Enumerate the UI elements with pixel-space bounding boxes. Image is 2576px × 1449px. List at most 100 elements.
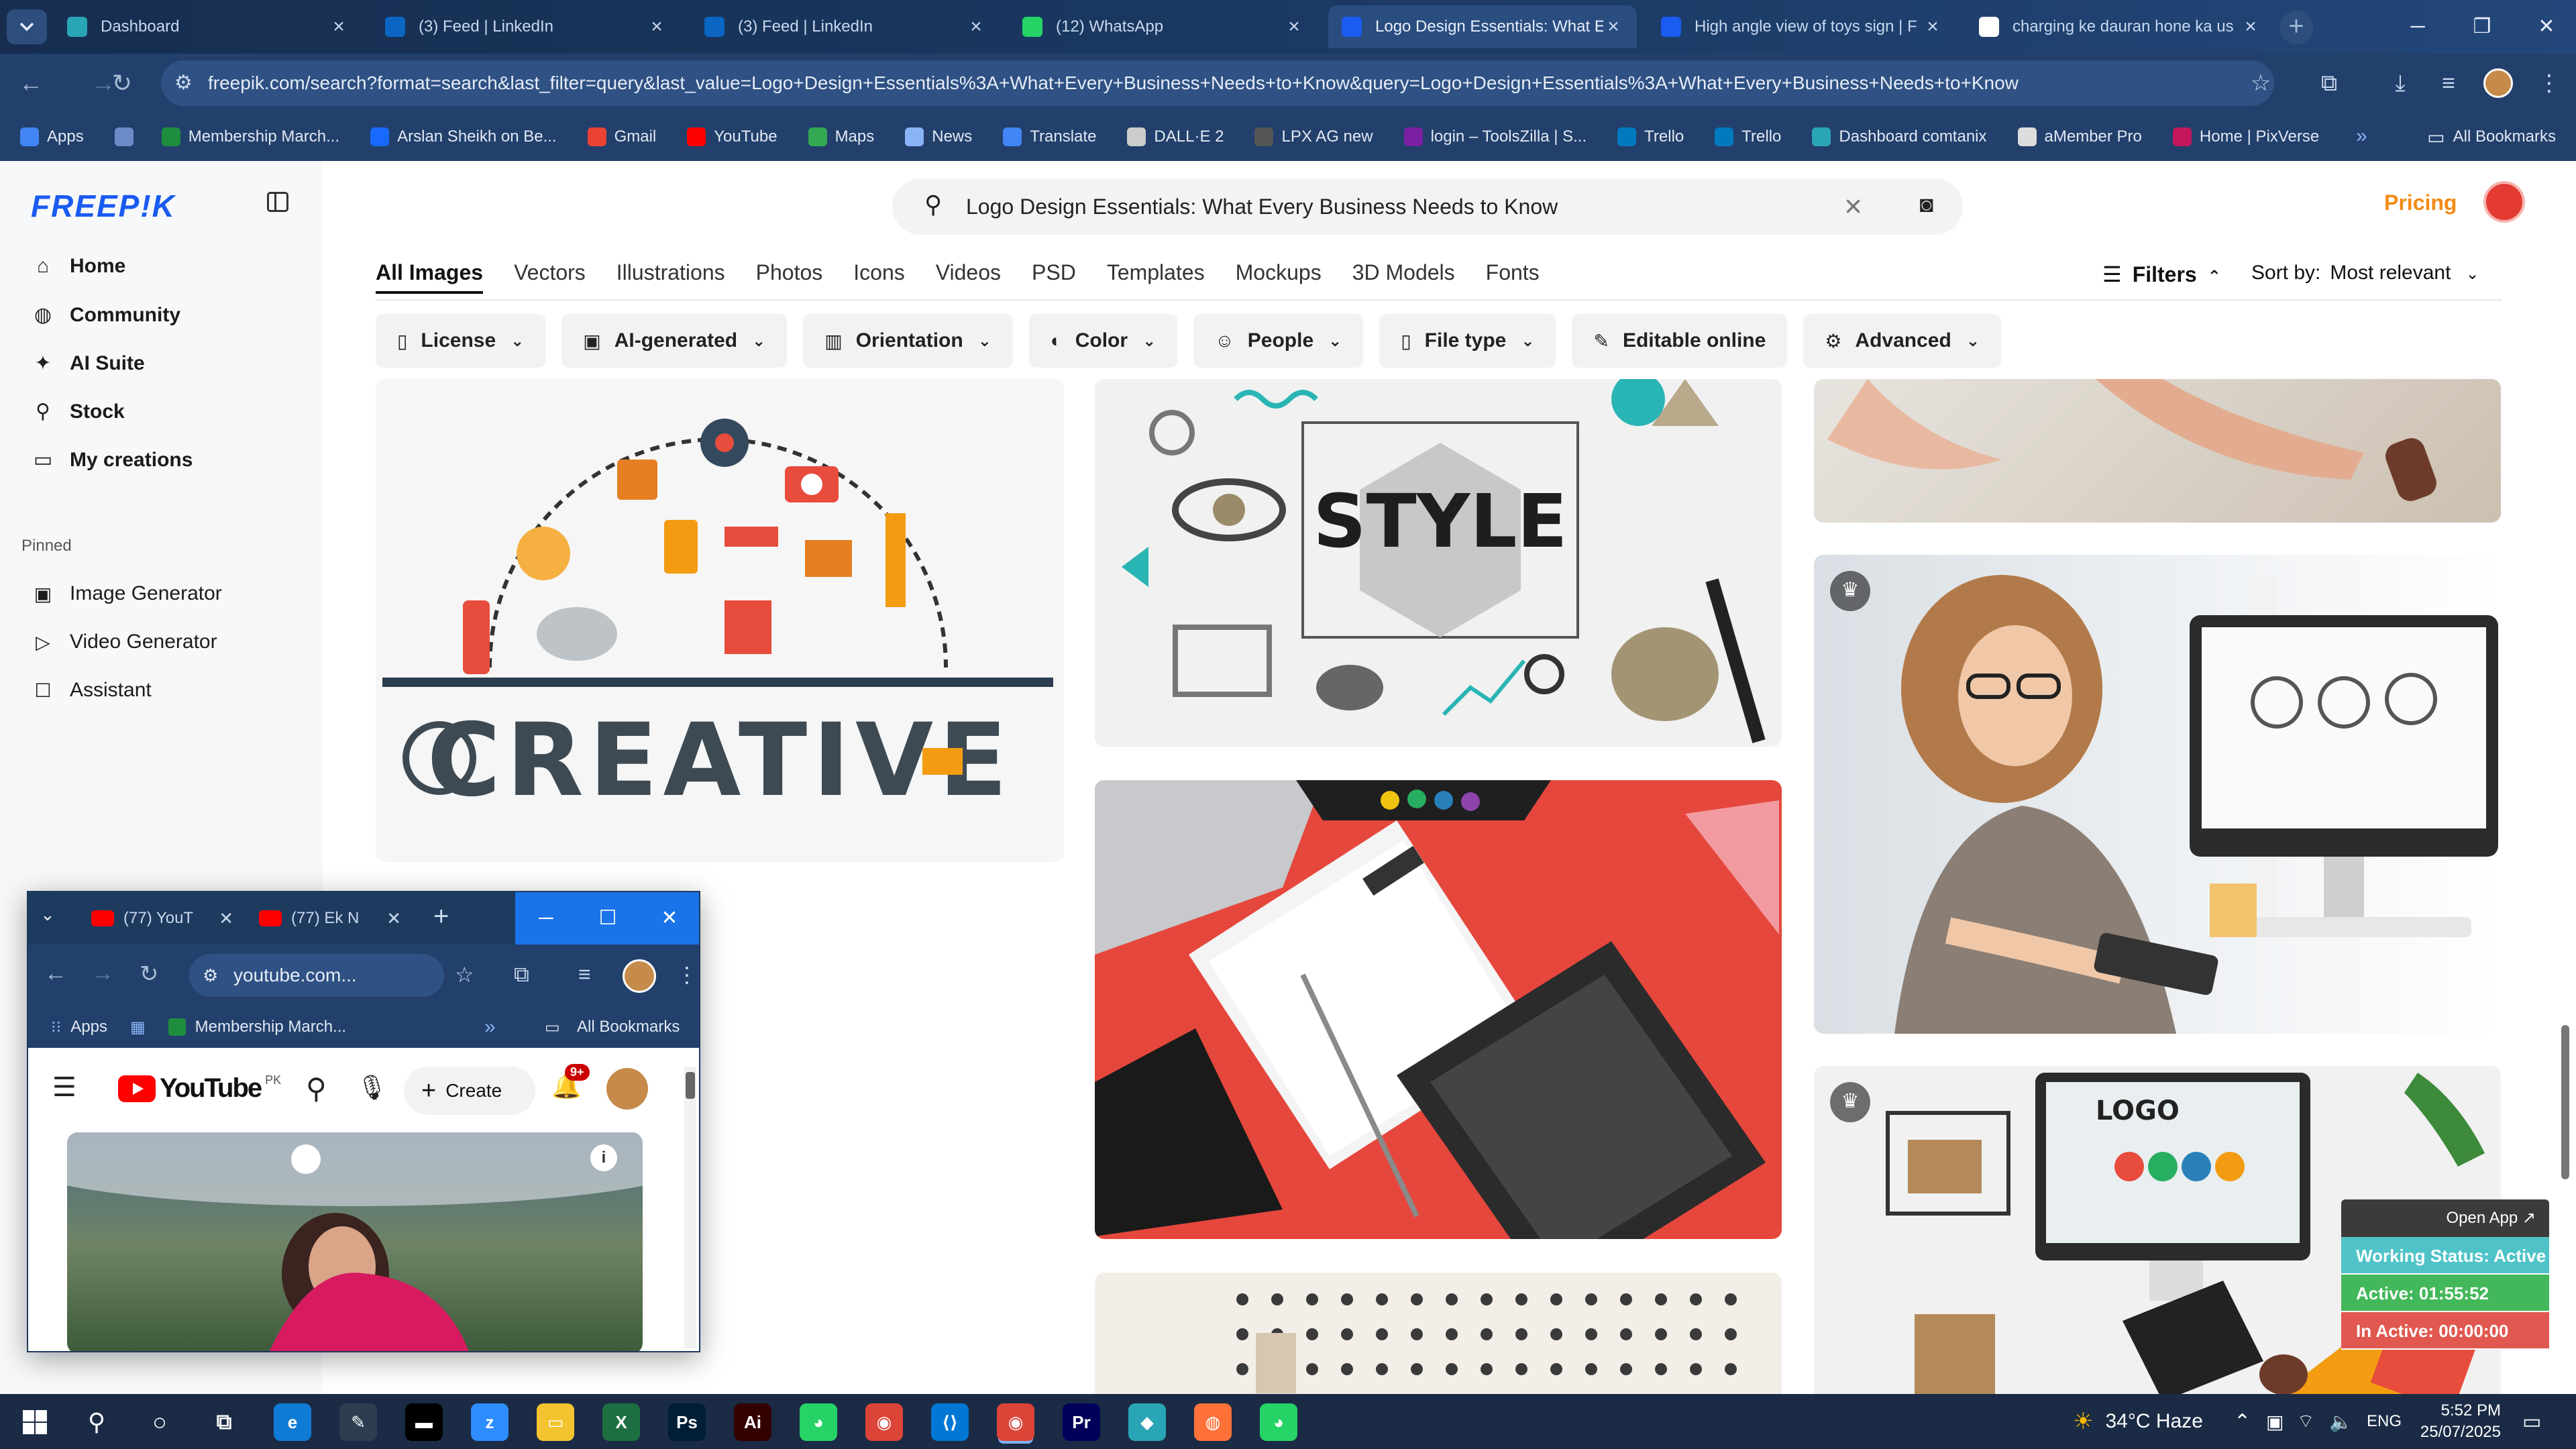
filter-chip-license[interactable]: ▯ License ⌄ — [376, 314, 546, 368]
bookmark-item[interactable]: Maps — [808, 127, 874, 146]
forward-button[interactable]: → — [91, 961, 114, 987]
back-button[interactable]: ← — [15, 67, 47, 99]
app-diamond-icon[interactable]: ◆ — [1128, 1403, 1166, 1441]
language-indicator[interactable]: ENG — [2367, 1394, 2402, 1449]
browser-tab[interactable]: High angle view of toys sign | F × — [1648, 5, 1956, 48]
reload-button[interactable]: ↻ — [106, 67, 138, 99]
chrome-active-icon[interactable]: ◉ — [997, 1403, 1034, 1441]
reading-list-icon[interactable]: ≡ — [2432, 67, 2465, 99]
clock[interactable]: 5:52 PM 25/07/2025 — [2420, 1394, 2501, 1449]
filter-chip-people[interactable]: ☺ People ⌄ — [1193, 314, 1364, 368]
minimize-button[interactable]: ─ — [2385, 0, 2450, 54]
bookmark-item[interactable]: Home | PixVerse — [2172, 127, 2319, 146]
firefox-icon[interactable]: ◍ — [1194, 1403, 1232, 1441]
chrome-icon[interactable]: ◉ — [865, 1403, 903, 1441]
sidebar-item-ai-suite[interactable]: ✦ AI Suite — [31, 352, 144, 375]
category-tab-icons[interactable]: Icons — [853, 260, 904, 294]
open-app-button[interactable]: Open App ↗ — [2341, 1199, 2549, 1237]
notification-center-icon[interactable]: ▭ — [2522, 1394, 2541, 1449]
bookmark-membership[interactable]: Membership March... — [195, 1018, 346, 1036]
sidebar-toggle-icon[interactable] — [267, 192, 288, 212]
new-tab-button[interactable]: + — [433, 902, 449, 932]
bookmark-item[interactable]: Gmail — [587, 127, 656, 146]
close-tab-icon[interactable]: ✕ — [219, 908, 233, 929]
browser-tab[interactable]: Dashboard × — [54, 5, 362, 48]
extensions-icon[interactable]: ⧉ — [514, 962, 529, 987]
filter-chip-ai-generated[interactable]: ▣ AI-generated ⌄ — [561, 314, 788, 368]
category-tab-psd[interactable]: PSD — [1032, 260, 1076, 294]
bookmark-star-icon[interactable]: ☆ — [455, 962, 474, 987]
task-view-icon[interactable]: ⧉ — [205, 1403, 243, 1441]
category-tab-illustrations[interactable]: Illustrations — [616, 260, 725, 294]
weather-widget[interactable]: ☀ 34°C Haze — [2073, 1394, 2203, 1449]
sort-dropdown[interactable]: Sort by: Most relevant ⌄ — [2251, 262, 2479, 284]
category-tab-mockups[interactable]: Mockups — [1236, 260, 1322, 294]
mini-scrollbar[interactable] — [684, 1067, 696, 1348]
edge-icon[interactable]: e — [274, 1403, 311, 1441]
extensions-icon[interactable]: ⧉ — [2313, 67, 2345, 99]
all-bookmarks[interactable]: All Bookmarks — [577, 1018, 680, 1036]
mini-address-bar[interactable]: ⚙ youtube.com... — [189, 954, 444, 997]
category-tab-templates[interactable]: Templates — [1107, 260, 1205, 294]
more-menu-icon[interactable]: ⋮ — [676, 962, 698, 987]
create-button[interactable]: + Create — [404, 1067, 535, 1115]
result-card-designer[interactable]: ♛ — [1814, 555, 2501, 1034]
youtube-avatar[interactable] — [606, 1068, 648, 1110]
reload-button[interactable]: ↻ — [140, 961, 159, 987]
hamburger-menu-icon[interactable]: ☰ — [52, 1072, 76, 1103]
bookmark-item[interactable] — [114, 127, 142, 146]
close-tab-icon[interactable]: × — [647, 15, 667, 38]
bookmark-apps[interactable]: Apps — [70, 1018, 107, 1036]
windows-start-icon[interactable] — [16, 1403, 54, 1441]
clear-search-icon[interactable]: × — [1844, 188, 1862, 224]
reading-list-icon[interactable]: ≡ — [578, 962, 591, 987]
search-icon[interactable]: ⚲ — [306, 1072, 327, 1105]
more-bookmarks-icon[interactable]: » — [2356, 125, 2367, 148]
bookmark-item[interactable]: Membership March... — [161, 127, 339, 146]
back-button[interactable]: ← — [44, 961, 67, 987]
filter-chip-file-type[interactable]: ▯ File type ⌄ — [1379, 314, 1556, 368]
page-scrollbar[interactable] — [2561, 1025, 2569, 1179]
whatsapp-2-icon[interactable]: ◕ — [1260, 1403, 1297, 1441]
bookmark-item[interactable]: Apps — [20, 127, 84, 146]
close-tab-icon[interactable]: × — [966, 15, 986, 38]
restore-button[interactable]: ❐ — [2450, 0, 2514, 54]
bookmark-item[interactable]: DALL·E 2 — [1127, 127, 1224, 146]
file-explorer-icon[interactable]: ▭ — [537, 1403, 574, 1441]
bookmark-item[interactable]: Translate — [1003, 127, 1096, 146]
close-tab-icon[interactable]: ✕ — [386, 908, 401, 929]
search-input[interactable]: Logo Design Essentials: What Every Busin… — [966, 195, 1558, 219]
premiere-icon[interactable]: Pr — [1063, 1403, 1100, 1441]
profile-avatar[interactable] — [623, 959, 656, 993]
bookmark-item[interactable]: Dashboard comtanix — [1812, 127, 1987, 146]
filter-chip-advanced[interactable]: ⚙ Advanced ⌄ — [1803, 314, 2001, 368]
filter-chip-editable-online[interactable]: ✎ Editable online — [1572, 314, 1788, 368]
browser-tab[interactable]: (3) Feed | LinkedIn × — [372, 5, 680, 48]
volume-icon[interactable]: 🔈 — [2329, 1394, 2353, 1449]
browser-tab[interactable]: (3) Feed | LinkedIn × — [691, 5, 1000, 48]
download-icon[interactable]: ⤓ — [2384, 67, 2416, 99]
pen-icon[interactable]: ✎ — [339, 1403, 377, 1441]
new-tab-button[interactable]: + — [2279, 11, 2313, 44]
bookmark-star-icon[interactable]: ☆ — [2245, 67, 2277, 99]
close-tab-icon[interactable]: × — [1284, 15, 1304, 38]
result-card-style[interactable]: STYLE — [1095, 379, 1782, 747]
zoom-icon[interactable]: z — [471, 1403, 508, 1441]
bookmark-item[interactable]: LPX AG new — [1254, 127, 1373, 146]
site-info-icon[interactable]: ⚙ — [174, 71, 193, 95]
result-card-pegboard[interactable] — [1095, 1273, 1782, 1394]
bookmark-item[interactable]: Arslan Sheikh on Be... — [370, 127, 557, 146]
excel-icon[interactable]: X — [602, 1403, 640, 1441]
category-tab-fonts[interactable]: Fonts — [1486, 260, 1540, 294]
info-icon[interactable]: i — [590, 1144, 617, 1171]
more-bookmarks-icon[interactable]: » — [484, 1016, 496, 1038]
minimize-button[interactable]: ─ — [515, 892, 577, 945]
filters-toggle[interactable]: ☰ Filters ⌃ — [2102, 262, 2221, 287]
close-tab-icon[interactable]: × — [2241, 15, 2261, 38]
all-bookmarks[interactable]: ▭ All Bookmarks — [2427, 113, 2556, 161]
user-avatar[interactable] — [2483, 181, 2525, 223]
wifi-icon[interactable]: ⌔ — [2297, 1394, 2314, 1449]
bookmark-item[interactable]: Trello — [1715, 127, 1781, 146]
category-tab-all-images[interactable]: All Images — [376, 260, 484, 294]
video-thumbnail[interactable]: i — [67, 1132, 643, 1351]
